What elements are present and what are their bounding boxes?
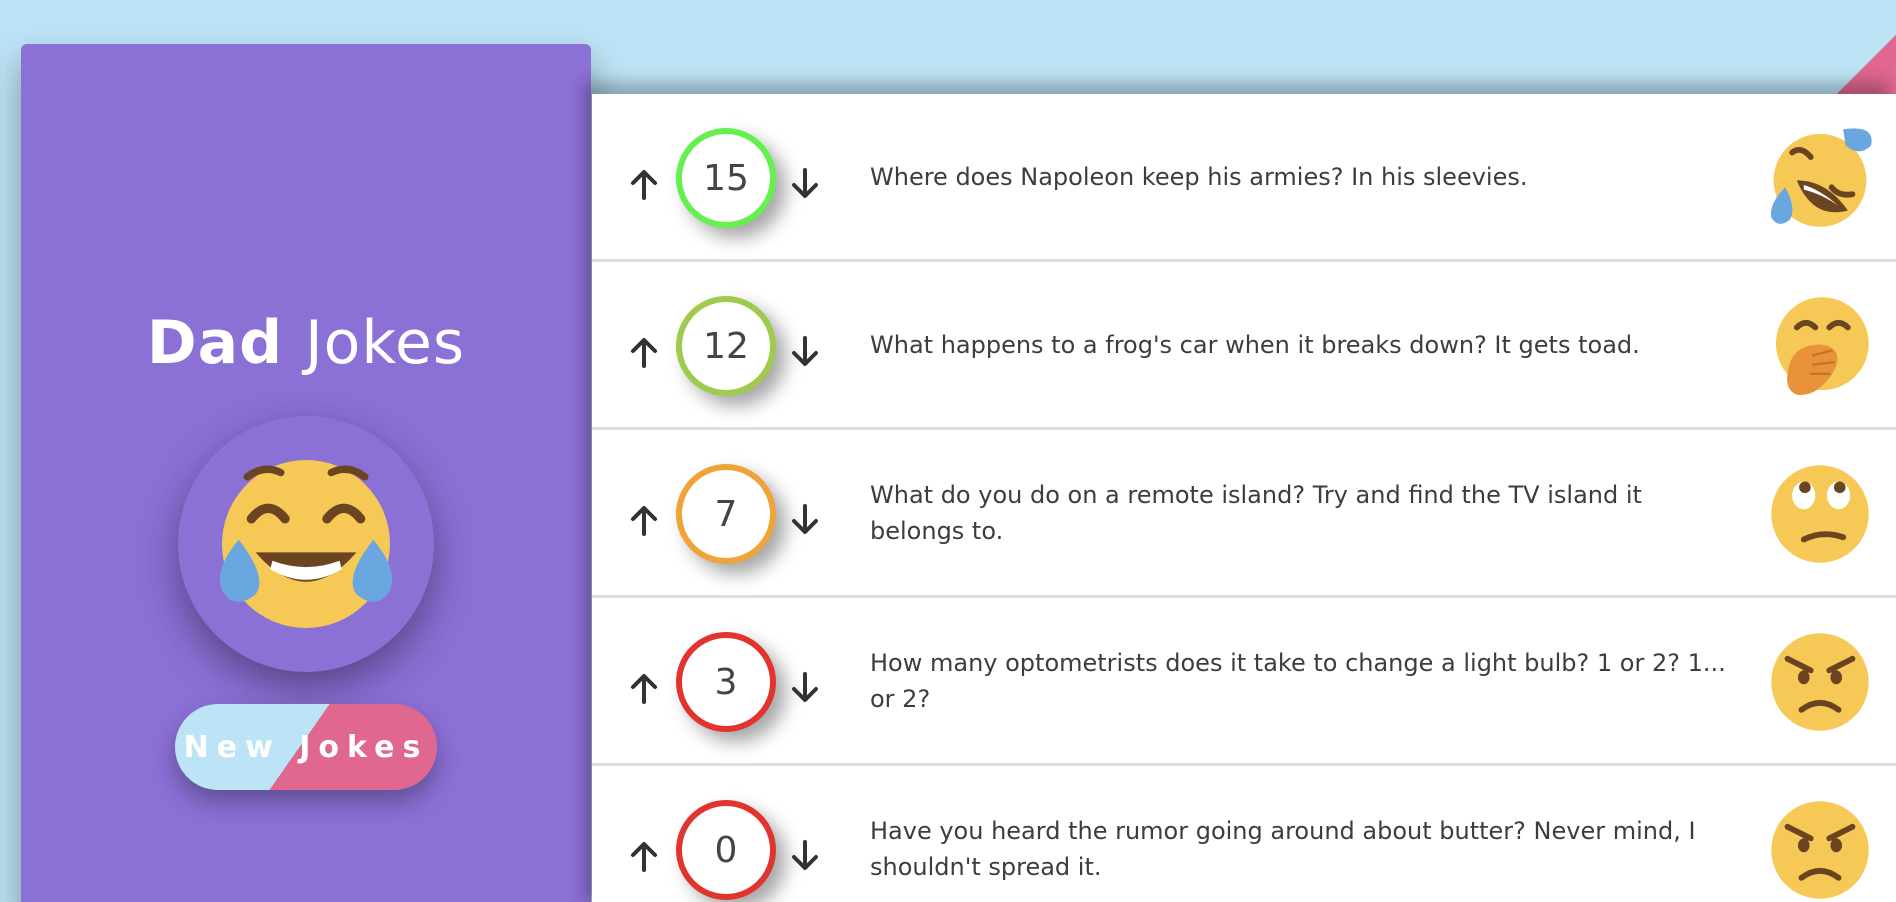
joke-item: 0 Have you heard the rumor going around … xyxy=(592,766,1896,902)
new-jokes-button[interactable]: New Jokes xyxy=(175,704,437,790)
joke-score: 3 xyxy=(676,632,776,732)
upvote-arrow-icon[interactable] xyxy=(624,500,664,540)
angry-face-icon xyxy=(1771,633,1869,731)
app-title-bold: Dad xyxy=(146,308,284,378)
logo-emoji-circle xyxy=(178,416,434,672)
rolling-on-floor-laughing-icon xyxy=(1770,128,1872,227)
sidebar: Dad Jokes New Jokes xyxy=(21,44,591,902)
hand-over-mouth-icon xyxy=(1775,297,1869,396)
joke-score: 15 xyxy=(676,128,776,228)
tears-of-joy-icon xyxy=(219,460,393,628)
upvote-arrow-icon[interactable] xyxy=(624,668,664,708)
joke-item: 3 How many optometrists does it take to … xyxy=(592,598,1896,766)
upvote-arrow-icon[interactable] xyxy=(624,836,664,876)
joke-text: Where does Napoleon keep his armies? In … xyxy=(870,162,1528,191)
joke-text: What happens to a frog's car when it bre… xyxy=(870,330,1640,359)
joke-item: 15 Where does Napoleon keep his armies? … xyxy=(592,94,1896,262)
joke-text: What do you do on a remote island? Try a… xyxy=(870,480,1642,545)
joke-score: 0 xyxy=(676,800,776,900)
joke-score: 7 xyxy=(676,464,776,564)
joke-item: 12 What happens to a frog's car when it … xyxy=(592,262,1896,430)
joke-item: 7 What do you do on a remote island? Try… xyxy=(592,430,1896,598)
joke-text: Have you heard the rumor going around ab… xyxy=(870,816,1696,881)
joke-text: How many optometrists does it take to ch… xyxy=(870,648,1726,713)
downvote-arrow-icon[interactable] xyxy=(785,332,825,372)
jokes-list: 15 Where does Napoleon keep his armies? … xyxy=(592,94,1896,902)
app-title: Dad Jokes xyxy=(147,308,465,378)
upvote-arrow-icon[interactable] xyxy=(624,332,664,372)
upvote-arrow-icon[interactable] xyxy=(624,164,664,204)
downvote-arrow-icon[interactable] xyxy=(785,668,825,708)
downvote-arrow-icon[interactable] xyxy=(785,164,825,204)
app-title-light: Jokes xyxy=(304,308,466,378)
downvote-arrow-icon[interactable] xyxy=(785,836,825,876)
angry-face-icon xyxy=(1771,801,1869,899)
eye-roll-icon xyxy=(1771,465,1869,563)
downvote-arrow-icon[interactable] xyxy=(785,500,825,540)
joke-score: 12 xyxy=(676,296,776,396)
